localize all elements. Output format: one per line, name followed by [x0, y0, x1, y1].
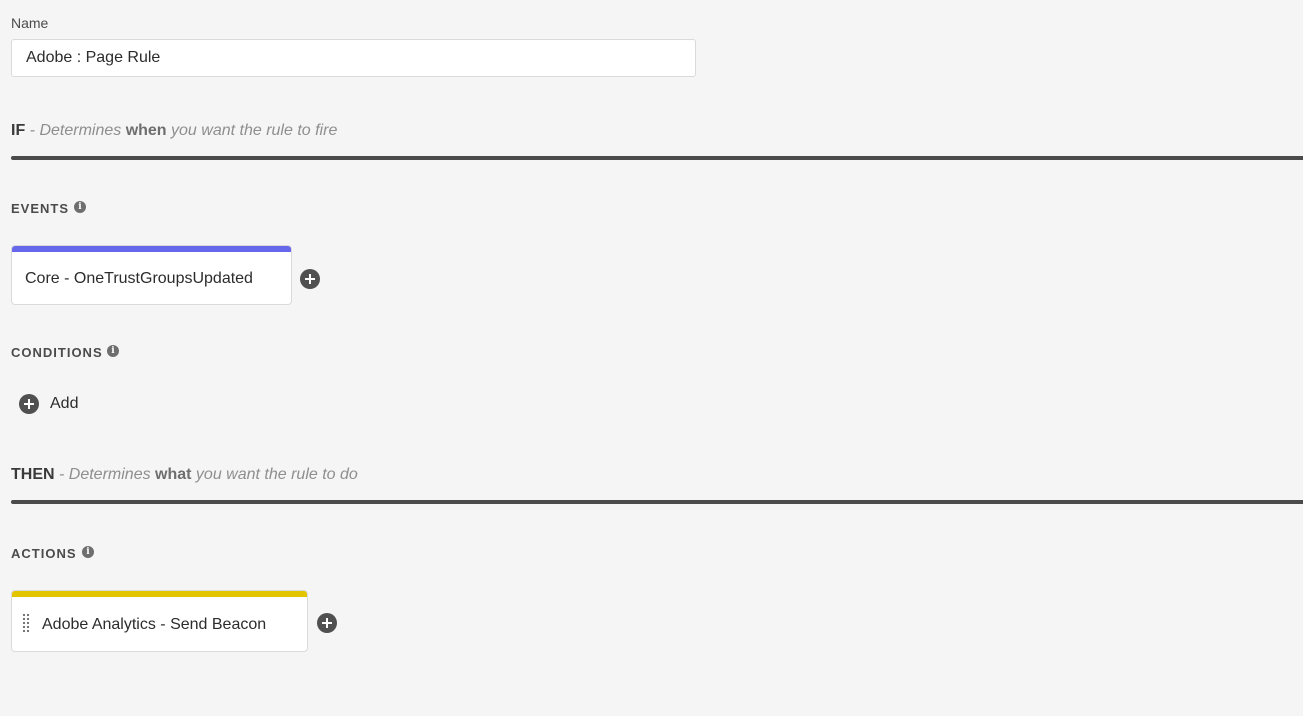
add-condition-button[interactable]: Add [50, 395, 78, 413]
then-divider [11, 500, 1303, 504]
name-input[interactable] [11, 39, 696, 77]
actions-info-icon[interactable]: i [82, 546, 94, 558]
events-label: EVENTS [11, 201, 70, 216]
action-card-label: Adobe Analytics - Send Beacon [42, 616, 267, 633]
add-action-plus-icon[interactable] [317, 613, 337, 633]
action-card-accent [12, 591, 307, 597]
if-heading: IF - Determines when you want the rule t… [11, 122, 337, 140]
event-card[interactable]: Core - OneTrustGroupsUpdated [11, 245, 292, 305]
if-desc-prefix: - Determines [25, 122, 126, 139]
actions-label: ACTIONS [11, 546, 77, 561]
event-card-label: Core - OneTrustGroupsUpdated [25, 270, 253, 287]
drag-handle-icon[interactable] [22, 613, 30, 633]
name-label: Name [11, 15, 49, 31]
action-card[interactable]: Adobe Analytics - Send Beacon [11, 590, 308, 652]
event-card-accent [12, 246, 291, 252]
if-keyword: IF [11, 122, 26, 139]
if-desc-suffix: you want the rule to fire [166, 122, 338, 139]
if-desc-strong: when [125, 122, 167, 139]
then-desc-suffix: you want the rule to do [191, 466, 358, 483]
events-info-icon[interactable]: i [74, 201, 86, 213]
conditions-label: CONDITIONS [11, 345, 103, 360]
if-divider [11, 156, 1303, 160]
then-heading: THEN - Determines what you want the rule… [11, 466, 358, 484]
conditions-info-icon[interactable]: i [107, 345, 119, 357]
then-desc-strong: what [155, 466, 192, 483]
add-condition-plus-icon[interactable] [19, 394, 39, 414]
add-event-plus-icon[interactable] [300, 269, 320, 289]
then-desc-prefix: - Determines [54, 466, 156, 483]
then-keyword: THEN [11, 466, 55, 483]
